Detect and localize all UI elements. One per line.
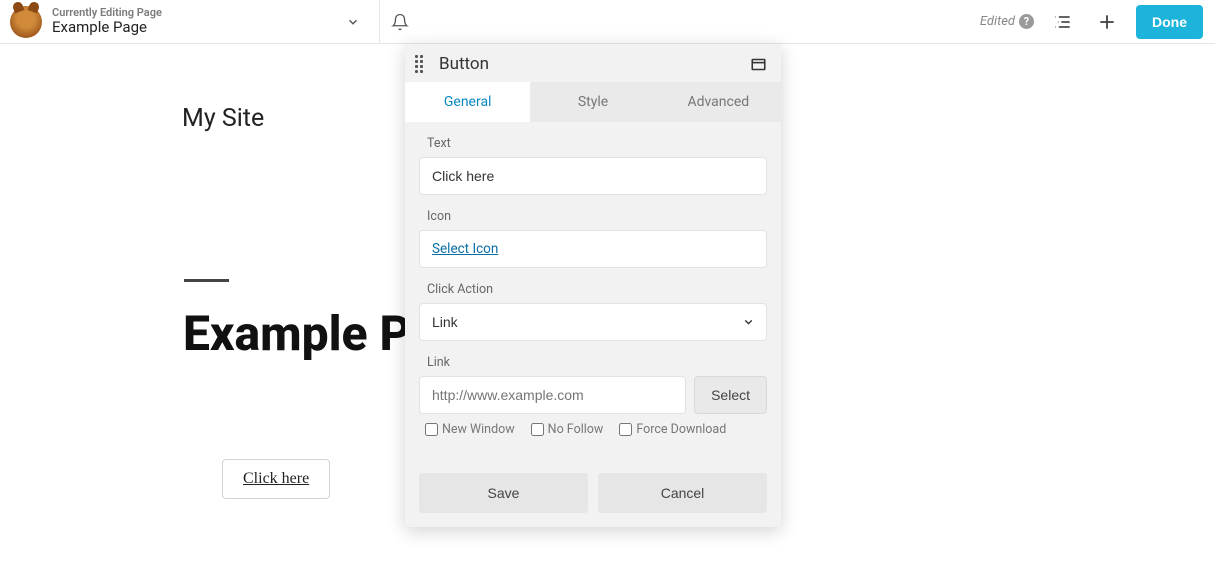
preview-button[interactable]: Click here	[222, 459, 330, 499]
page-canvas: My Site Example P Click here Button Gene…	[0, 44, 1215, 588]
panel-header[interactable]: Button	[405, 44, 781, 82]
page-heading: Example P	[183, 305, 411, 362]
tab-general[interactable]: General	[405, 82, 530, 122]
click-action-label: Click Action	[427, 282, 767, 297]
site-title: My Site	[182, 104, 264, 133]
panel-body: Text Icon Select Icon Click Action Link	[405, 122, 781, 459]
top-bar-right: Edited ? Done	[980, 5, 1203, 39]
top-bar: Currently Editing Page Example Page Edit…	[0, 0, 1215, 44]
icon-label: Icon	[427, 209, 767, 224]
link-input[interactable]	[419, 376, 686, 414]
field-icon: Icon Select Icon	[419, 209, 767, 268]
panel-window-icon[interactable]	[749, 56, 767, 72]
title-block[interactable]: Currently Editing Page Example Page	[52, 7, 162, 37]
link-select-button[interactable]: Select	[694, 376, 767, 414]
field-link: Link Select New Window No Follow Force D…	[419, 355, 767, 437]
panel-tabs: General Style Advanced	[405, 82, 781, 122]
text-label: Text	[427, 136, 767, 151]
save-button[interactable]: Save	[419, 473, 588, 513]
force-download-checkbox[interactable]: Force Download	[619, 422, 726, 437]
settings-panel: Button General Style Advanced Text Icon …	[405, 44, 781, 527]
done-button[interactable]: Done	[1136, 5, 1203, 39]
add-plus-icon[interactable]	[1092, 7, 1122, 37]
click-action-select[interactable]: Link	[419, 303, 767, 341]
notifications-bell-icon[interactable]	[380, 0, 420, 44]
drag-handle-icon[interactable]	[415, 55, 429, 73]
link-label: Link	[427, 355, 767, 370]
panel-footer: Save Cancel	[405, 459, 781, 527]
heading-divider	[184, 279, 229, 282]
beaver-logo-icon	[10, 6, 42, 38]
outline-icon[interactable]	[1048, 7, 1078, 37]
edited-label: Edited	[980, 14, 1015, 29]
select-icon-link[interactable]: Select Icon	[432, 241, 498, 257]
cancel-button[interactable]: Cancel	[598, 473, 767, 513]
title-chevron-down-icon[interactable]	[340, 9, 366, 35]
help-icon[interactable]: ?	[1019, 14, 1034, 29]
text-input[interactable]	[419, 157, 767, 195]
tab-style[interactable]: Style	[530, 82, 655, 122]
top-bar-left: Currently Editing Page Example Page	[6, 0, 380, 43]
no-follow-checkbox[interactable]: No Follow	[531, 422, 604, 437]
tab-advanced[interactable]: Advanced	[656, 82, 781, 122]
field-text: Text	[419, 136, 767, 195]
edited-status: Edited ?	[980, 14, 1034, 29]
link-options: New Window No Follow Force Download	[425, 422, 767, 437]
new-window-checkbox[interactable]: New Window	[425, 422, 515, 437]
field-click-action: Click Action Link	[419, 282, 767, 341]
panel-title: Button	[439, 54, 489, 74]
icon-field-box: Select Icon	[419, 230, 767, 268]
page-name: Example Page	[52, 19, 162, 36]
